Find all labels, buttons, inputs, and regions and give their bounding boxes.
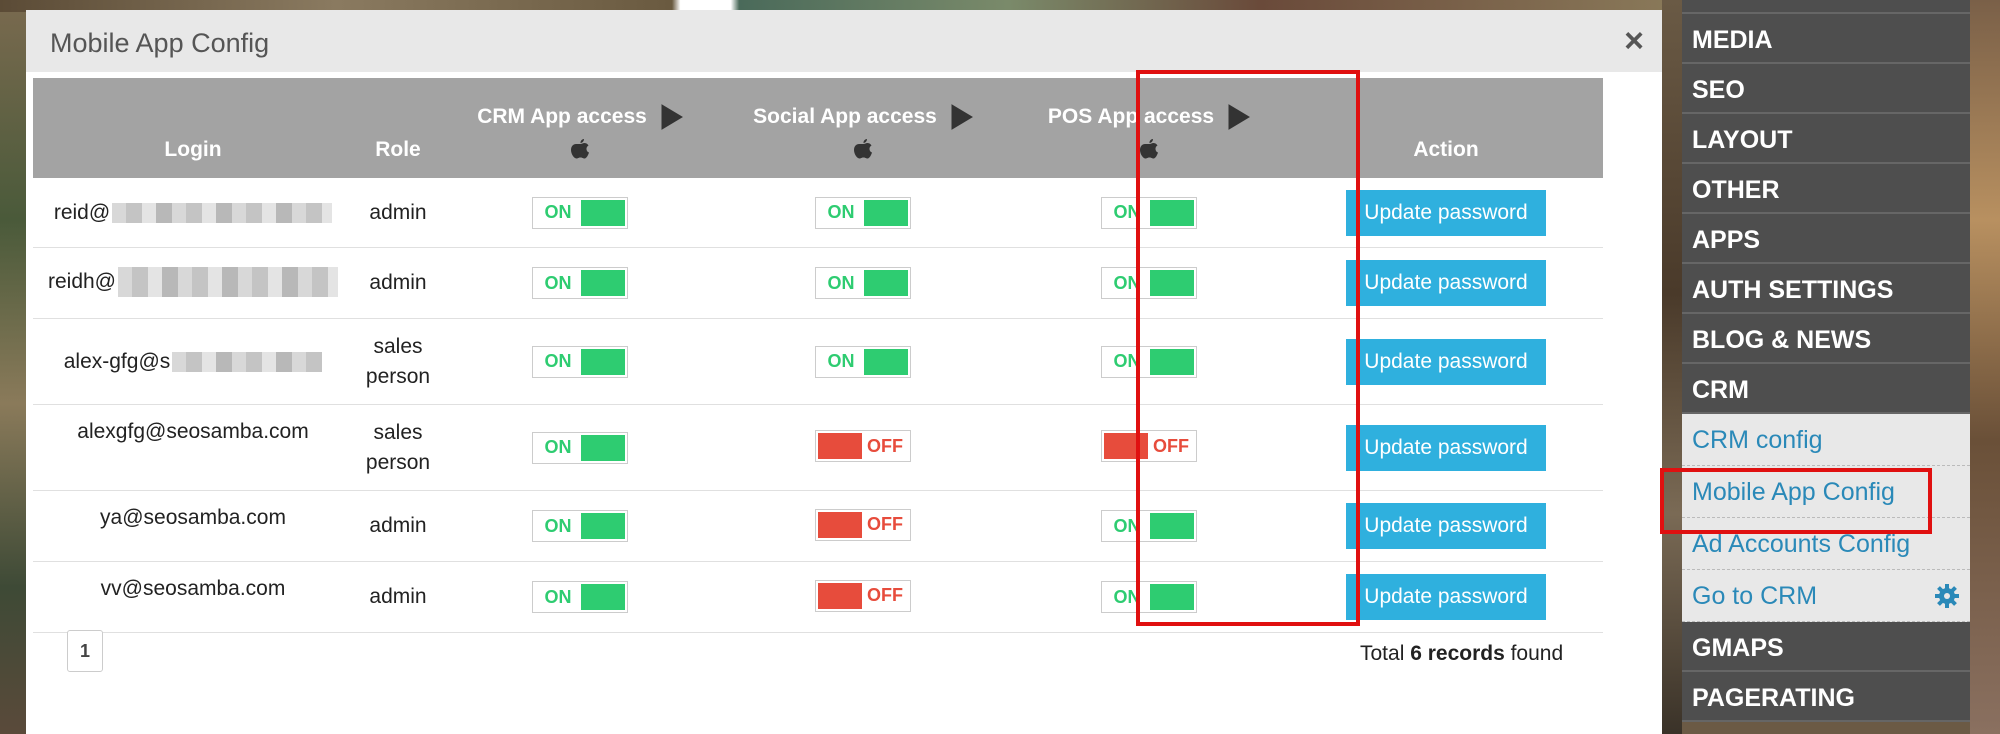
column-header-action: Action (1289, 78, 1603, 178)
sidebar-item-gmaps[interactable]: GMAPS (1682, 622, 1970, 672)
sidebar-item-seo[interactable]: SEO (1682, 64, 1970, 114)
login-cell: reidh@ (33, 247, 353, 319)
column-header-role: Role (353, 78, 443, 178)
crm-access-toggle[interactable]: ON (532, 581, 628, 613)
table-row: alex-gfg@s sales person ON ON ON Update p… (33, 318, 1603, 405)
social-access-toggle[interactable]: ON (815, 196, 911, 229)
apple-icon (1140, 139, 1158, 159)
login-cell: reid@ (33, 178, 353, 248)
crm-access-toggle[interactable]: ON (532, 345, 628, 378)
role-cell: sales person (353, 404, 443, 491)
column-header-login: Login (33, 78, 353, 178)
google-play-icon (1228, 104, 1251, 130)
social-access-toggle[interactable]: OFF (815, 430, 911, 462)
update-password-button[interactable]: Update password (1346, 338, 1546, 385)
column-header-crm: CRM App access (443, 78, 717, 178)
table-header-row: Login Role CRM App access Social App acc… (33, 78, 1603, 178)
role-cell: sales person (353, 318, 443, 405)
google-play-icon (951, 104, 973, 130)
crm-access-toggle[interactable]: ON (532, 267, 628, 299)
sidebar-item-auth-settings[interactable]: AUTH SETTINGS (1682, 264, 1970, 314)
crm-access-toggle[interactable]: ON (532, 510, 628, 542)
login-cell: alex-gfg@s (33, 318, 353, 405)
login-cell: vv@seosamba.com (33, 561, 353, 633)
apple-icon (854, 139, 872, 159)
table-row: reid@ admin ON ON ON Update password (33, 178, 1603, 248)
apple-icon (571, 139, 589, 159)
social-access-toggle[interactable]: ON (815, 345, 911, 378)
update-password-button[interactable]: Update password (1346, 574, 1546, 620)
role-cell: admin (353, 247, 443, 319)
update-password-button[interactable]: Update password (1346, 260, 1546, 306)
crm-access-toggle[interactable]: ON (532, 431, 628, 464)
sidebar-item-other[interactable]: OTHER (1682, 164, 1970, 214)
redacted-email (112, 202, 333, 223)
login-cell: alexgfg@seosamba.com (33, 404, 353, 491)
table-row: alexgfg@seosamba.com sales person ON OFF … (33, 404, 1603, 491)
table-row: vv@seosamba.com admin ON OFF ON Update p… (33, 561, 1603, 633)
sidebar-item-crm[interactable]: CRM (1682, 364, 1970, 414)
sidebar-item-blog-news[interactable]: BLOG & NEWS (1682, 314, 1970, 364)
social-access-toggle[interactable]: OFF (815, 579, 911, 612)
update-password-button[interactable]: Update password (1346, 503, 1546, 549)
close-icon[interactable]: × (1624, 24, 1644, 58)
redacted-email (172, 351, 323, 372)
total-records: Total 6 records found (1360, 642, 1564, 665)
sidebar-item-layout[interactable]: LAYOUT (1682, 114, 1970, 164)
social-access-toggle[interactable]: ON (815, 267, 911, 299)
pos-access-toggle[interactable]: ON (1101, 581, 1197, 613)
sidebar-sub-crm-config[interactable]: CRM config (1682, 414, 1970, 466)
sidebar-item-apps[interactable]: APPS (1682, 214, 1970, 264)
pos-access-toggle[interactable]: OFF (1101, 430, 1197, 462)
sidebar-sub-mobile-app-config[interactable]: Mobile App Config (1682, 466, 1970, 518)
admin-sidebar: MEDIA SEO LAYOUT OTHER APPS AUTH SETTING… (1682, 0, 1970, 734)
column-header-pos: POS App access (1009, 78, 1289, 178)
pos-access-toggle[interactable]: ON (1101, 345, 1197, 378)
modal-header: Mobile App Config × (26, 10, 1662, 72)
users-table: Login Role CRM App access Social App acc… (33, 78, 1603, 633)
table-row: ya@seosamba.com admin ON OFF ON Update p… (33, 490, 1603, 562)
redacted-email (118, 266, 338, 297)
role-cell: admin (353, 490, 443, 562)
sidebar-sub-ad-accounts-config[interactable]: Ad Accounts Config (1682, 518, 1970, 570)
role-cell: admin (353, 561, 443, 633)
update-password-button[interactable]: Update password (1346, 189, 1546, 236)
column-header-social: Social App access (717, 78, 1009, 178)
google-play-icon (661, 104, 683, 130)
login-cell: ya@seosamba.com (33, 490, 353, 562)
gear-icon (1935, 584, 1959, 608)
crm-access-toggle[interactable]: ON (532, 196, 628, 229)
modal-title: Mobile App Config (50, 28, 270, 58)
sidebar-item-media[interactable]: MEDIA (1682, 14, 1970, 64)
pos-access-toggle[interactable]: ON (1101, 267, 1197, 299)
sidebar-sub-go-to-crm[interactable]: Go to CRM (1682, 570, 1970, 622)
table-row: reidh@ admin ON ON ON Update password (33, 247, 1603, 319)
pos-access-toggle[interactable]: ON (1101, 510, 1197, 542)
update-password-button[interactable]: Update password (1346, 424, 1546, 471)
pos-access-toggle[interactable]: ON (1101, 196, 1197, 229)
role-cell: admin (353, 178, 443, 248)
pagination-page-1[interactable]: 1 (67, 630, 103, 672)
social-access-toggle[interactable]: OFF (815, 508, 911, 541)
sidebar-item-pagerating[interactable]: PAGERATING (1682, 672, 1970, 722)
